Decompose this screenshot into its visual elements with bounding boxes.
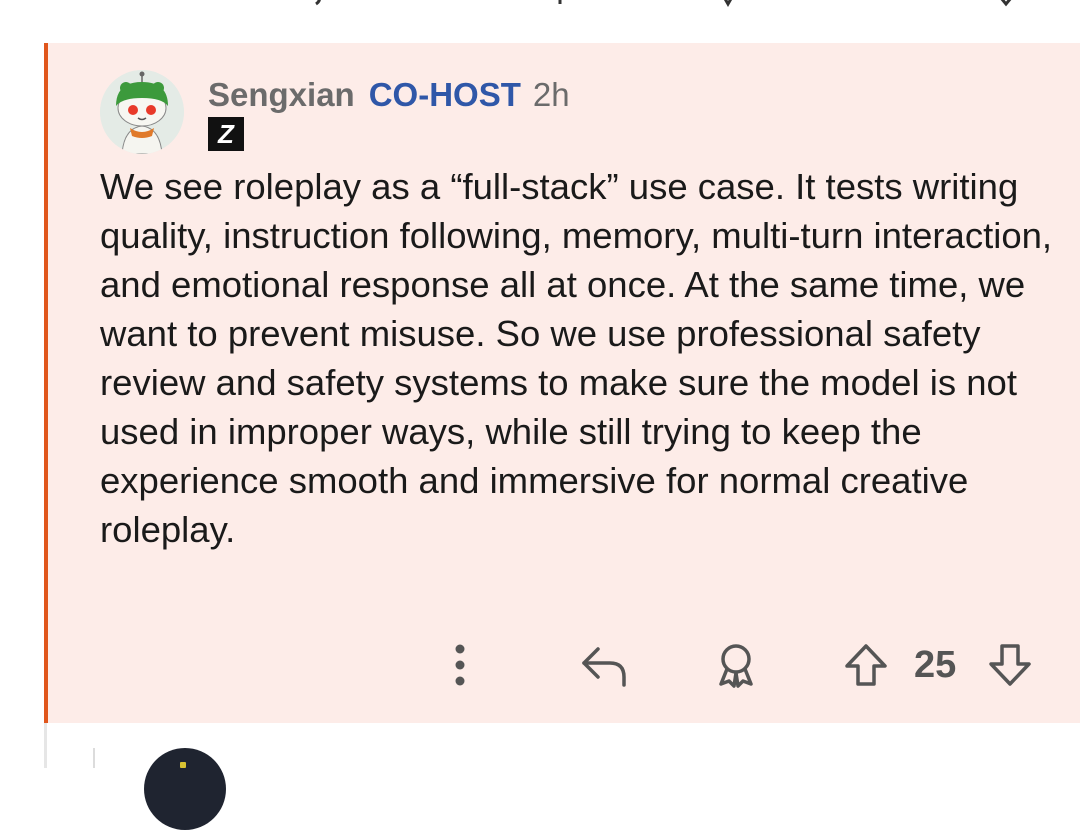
username-link[interactable]: Sengxian bbox=[208, 76, 355, 114]
upvote-icon[interactable] bbox=[838, 635, 894, 695]
comment-meta: Sengxian CO-HOST 2h bbox=[208, 73, 570, 117]
reply-icon[interactable] bbox=[576, 635, 632, 695]
comment-actions: 25 bbox=[48, 635, 1080, 695]
timestamp: 2h bbox=[532, 76, 570, 113]
role-badge: CO-HOST bbox=[368, 76, 521, 113]
reply-thread-line bbox=[93, 748, 95, 768]
avatar-accent bbox=[180, 762, 186, 768]
more-options-icon[interactable] bbox=[440, 635, 480, 695]
user-flair-icon: Z bbox=[208, 117, 244, 151]
award-icon[interactable] bbox=[708, 635, 764, 695]
previous-action-row bbox=[0, 0, 1080, 12]
thread-line bbox=[44, 723, 47, 768]
vote-count: 25 bbox=[914, 644, 957, 686]
comment-body: We see roleplay as a “full-stack” use ca… bbox=[100, 166, 1053, 550]
user-avatar[interactable] bbox=[100, 70, 184, 154]
highlighted-comment: Sengxian CO-HOST 2h Z We see roleplay as… bbox=[44, 43, 1080, 723]
downvote-icon[interactable] bbox=[982, 635, 1038, 695]
flair-letter: Z bbox=[218, 118, 234, 149]
next-comment-avatar[interactable] bbox=[144, 748, 226, 830]
